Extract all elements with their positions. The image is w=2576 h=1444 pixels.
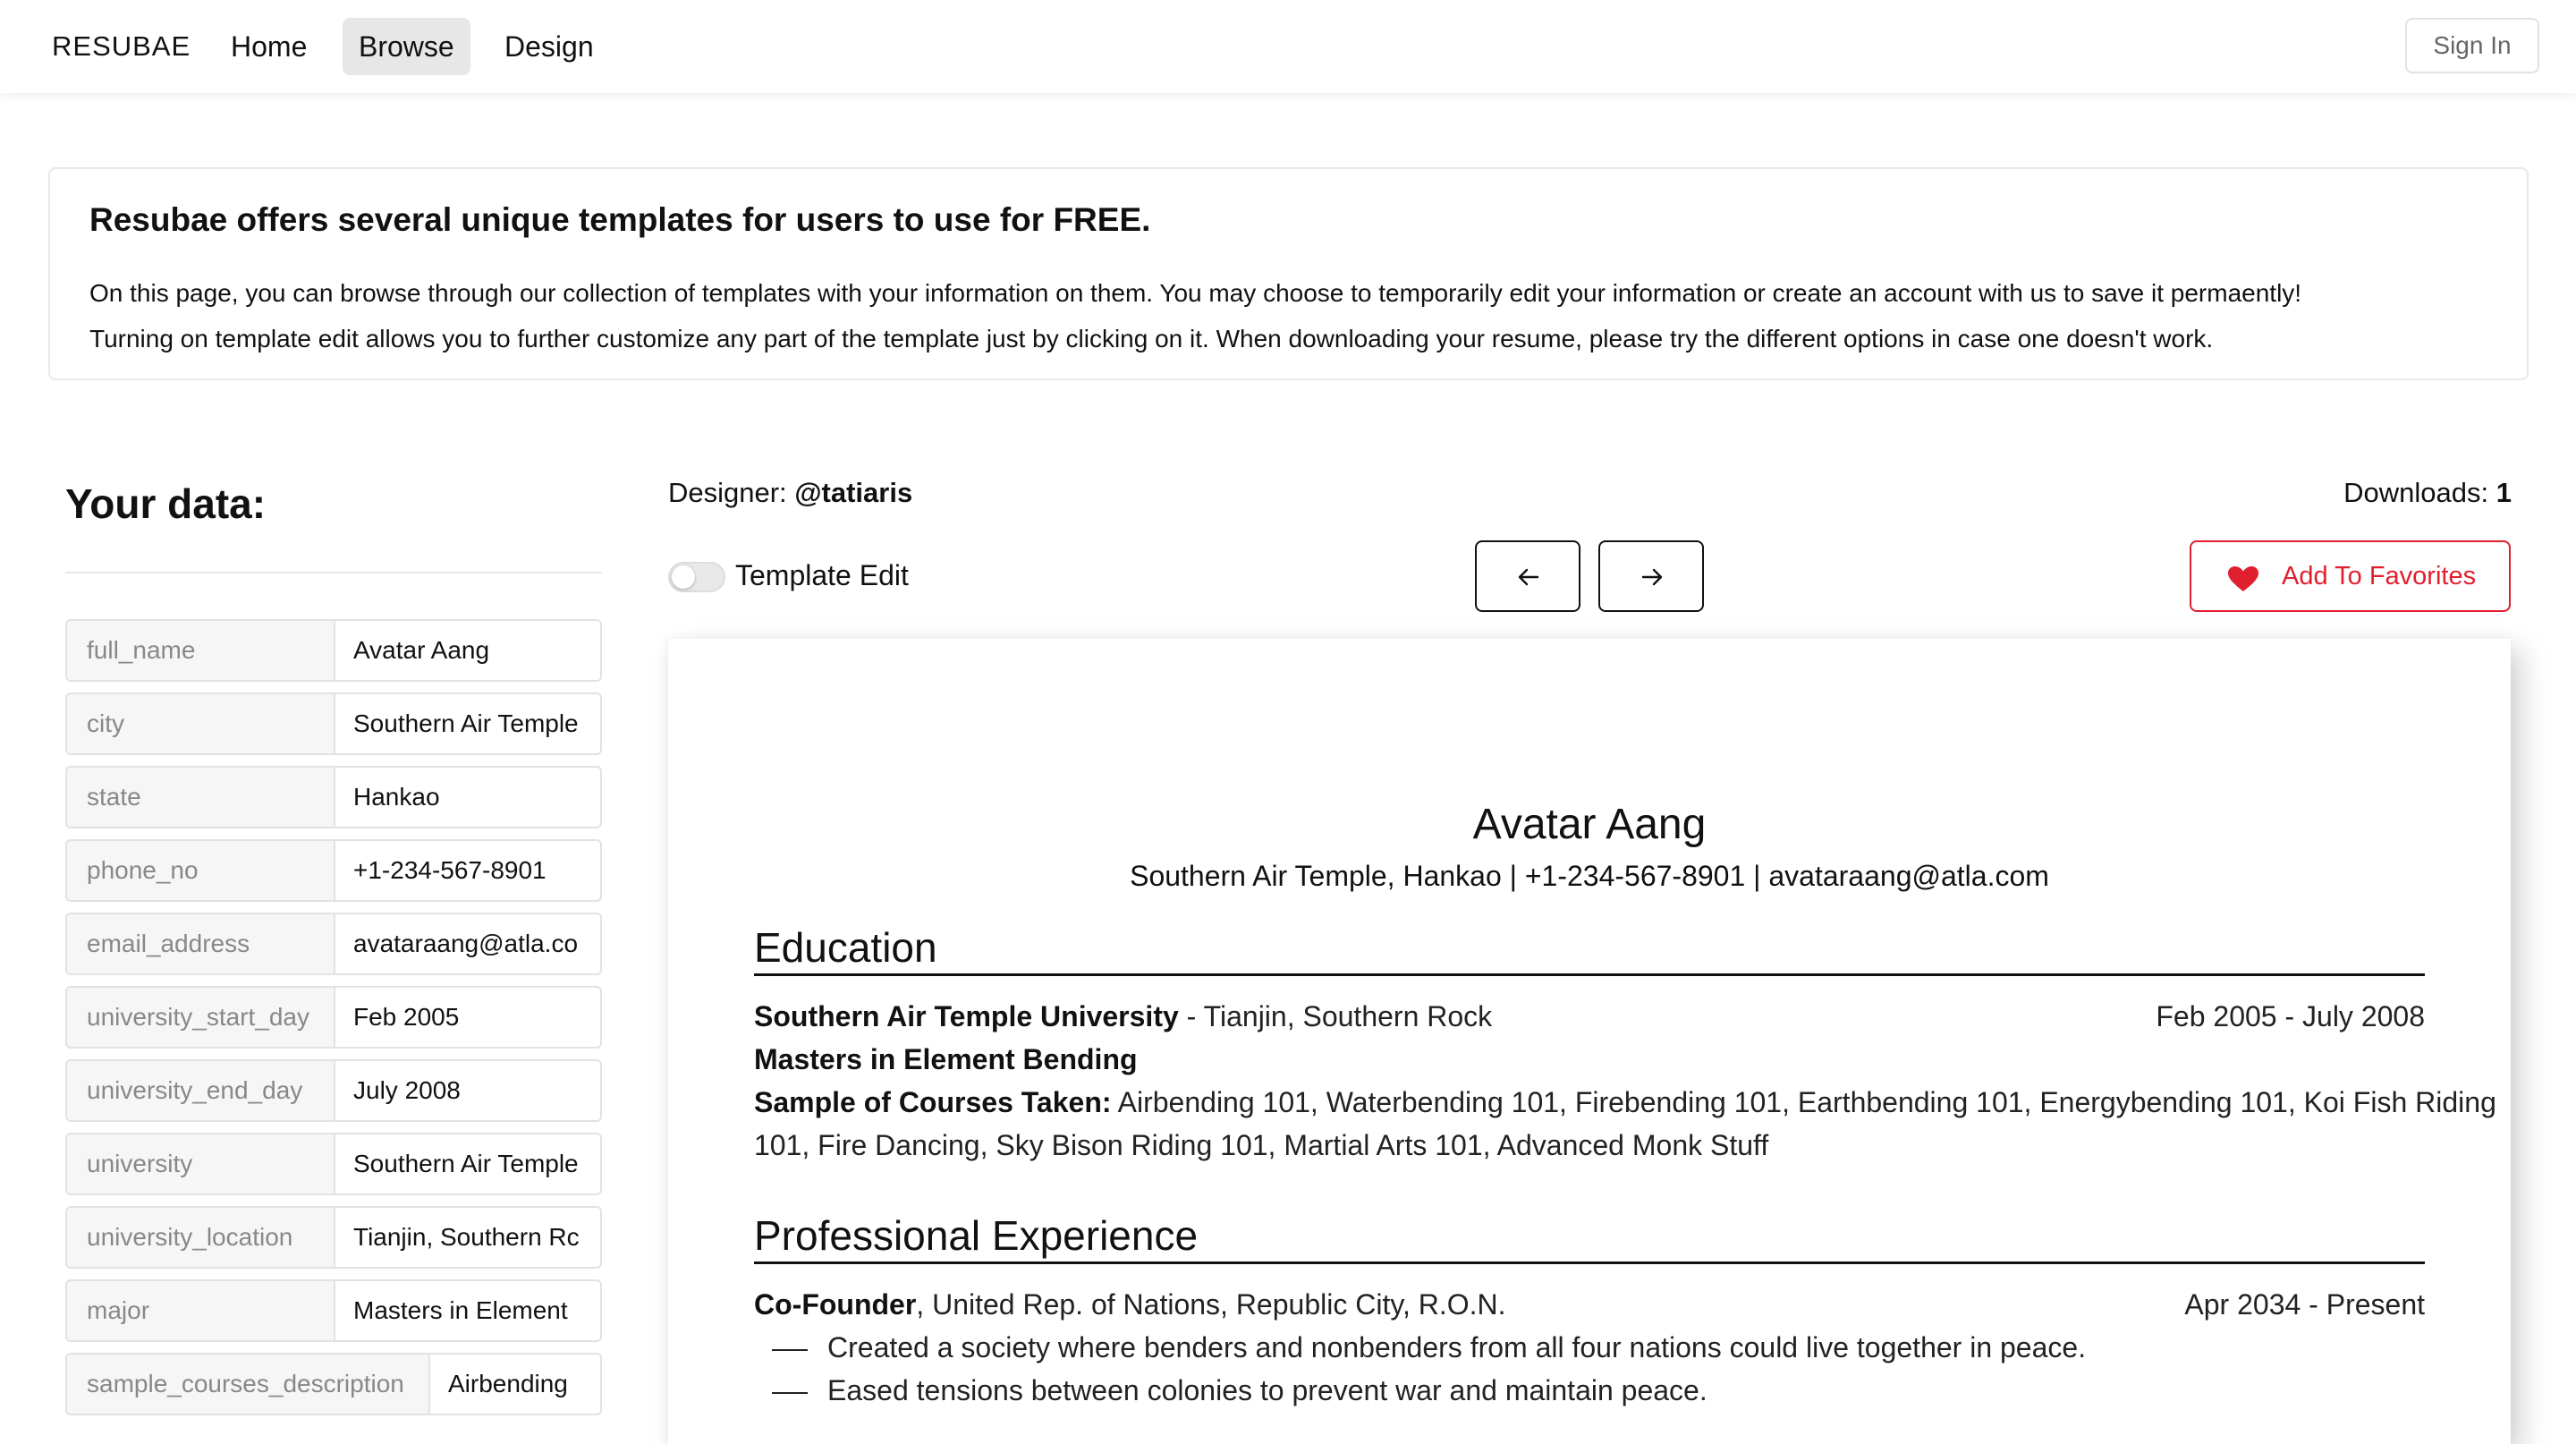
data-key: major (67, 1281, 335, 1340)
resume-name: Avatar Aang (1472, 801, 1707, 848)
dash-bullet (772, 1348, 808, 1351)
data-value-input[interactable]: Avatar Aang (335, 621, 600, 680)
education-degree: Masters in Element Bending (754, 1043, 1138, 1076)
data-row-email: email_address avataraang@atla.co (65, 913, 602, 975)
university-location: - Tianjin, Southern Rock (1178, 1000, 1493, 1032)
arrow-right-icon (1641, 568, 1663, 586)
data-key: university_start_day (67, 988, 335, 1047)
template-edit-label: Template Edit (735, 559, 909, 591)
job-bullet: Eased tensions between colonies to preve… (772, 1374, 1707, 1407)
data-key: university (67, 1134, 335, 1193)
top-navbar: RESUBAE Home Browse Design Sign In (0, 0, 2576, 93)
downloads-count: Downloads: 1 (2343, 477, 2512, 509)
resume-preview: Avatar Aang Southern Air Temple, Hankao … (668, 639, 2511, 1444)
data-value-input[interactable]: Southern Air Temple (335, 1134, 600, 1193)
data-value-input[interactable]: Tianjin, Southern Rc (335, 1208, 600, 1267)
nav-browse[interactable]: Browse (343, 18, 470, 75)
education-university-line: Southern Air Temple University - Tianjin… (754, 1000, 1492, 1033)
data-key: university_location (67, 1208, 335, 1267)
courses-line-1: Sample of Courses Taken: Airbending 101,… (754, 1086, 2496, 1119)
data-value-input[interactable]: Airbending (430, 1355, 600, 1414)
bullet-text: Eased tensions between colonies to preve… (827, 1374, 1707, 1406)
resume-contact: Southern Air Temple, Hankao | +1-234-567… (1130, 860, 2049, 892)
info-card: Resubae offers several unique templates … (48, 167, 2529, 380)
data-row-university-end: university_end_day July 2008 (65, 1059, 602, 1122)
data-key: university_end_day (67, 1061, 335, 1120)
downloads-value: 1 (2496, 477, 2512, 508)
designer-credit: Designer: @tatiaris (668, 477, 912, 509)
job-dates: Apr 2034 - Present (2184, 1288, 2425, 1321)
job-org: , United Rep. of Nations, Republic City,… (916, 1288, 1506, 1321)
data-row-sample-courses: sample_courses_description Airbending (65, 1353, 602, 1415)
data-value-input[interactable]: Hankao (335, 768, 600, 827)
next-template-button[interactable] (1598, 540, 1704, 612)
courses-label: Sample of Courses Taken: (754, 1086, 1112, 1118)
data-value-input[interactable]: Feb 2005 (335, 988, 600, 1047)
university-name: Southern Air Temple University (754, 1000, 1179, 1032)
courses-text: Airbending 101, Waterbending 101, Firebe… (1111, 1086, 2496, 1118)
toggle-knob (672, 565, 695, 589)
downloads-label: Downloads: (2343, 477, 2489, 508)
courses-line-2: 101, Fire Dancing, Sky Bison Riding 101,… (754, 1129, 1769, 1161)
data-row-university-start: university_start_day Feb 2005 (65, 986, 602, 1049)
data-row-state: state Hankao (65, 766, 602, 828)
data-key: email_address (67, 914, 335, 973)
dash-bullet (772, 1391, 808, 1394)
sign-in-button[interactable]: Sign In (2405, 18, 2539, 73)
data-value-input[interactable]: Southern Air Temple (335, 694, 600, 753)
data-row-university: university Southern Air Temple (65, 1133, 602, 1195)
data-value-input[interactable]: avataraang@atla.co (335, 914, 600, 973)
data-key: phone_no (67, 841, 335, 900)
add-to-favorites-label: Add To Favorites (2282, 562, 2477, 590)
arrow-left-icon (1518, 568, 1539, 586)
template-edit-toggle[interactable] (668, 562, 725, 592)
designer-handle[interactable]: @tatiaris (794, 477, 912, 508)
previous-template-button[interactable] (1475, 540, 1580, 612)
data-row-city: city Southern Air Temple (65, 692, 602, 755)
job-line: Co-Founder, United Rep. of Nations, Repu… (754, 1288, 1506, 1321)
your-data-heading: Your data: (65, 480, 267, 527)
data-key: sample_courses_description (67, 1355, 430, 1414)
data-value-input[interactable]: Masters in Element (335, 1281, 600, 1340)
experience-heading: Professional Experience (754, 1211, 2425, 1264)
bullet-text: Created a society where benders and nonb… (827, 1331, 2087, 1363)
data-value-input[interactable]: July 2008 (335, 1061, 600, 1120)
divider (65, 572, 602, 573)
add-to-favorites-button[interactable]: Add To Favorites (2190, 540, 2511, 612)
data-key: state (67, 768, 335, 827)
nav-home[interactable]: Home (215, 18, 323, 75)
degree-name: Masters in Element Bending (754, 1043, 1138, 1075)
brand-logo[interactable]: RESUBAE (52, 30, 191, 63)
data-row-university-location: university_location Tianjin, Southern Rc (65, 1206, 602, 1269)
heart-icon (2228, 566, 2258, 591)
info-paragraph-2: Turning on template edit allows you to f… (89, 325, 2214, 353)
data-row-phone: phone_no +1-234-567-8901 (65, 839, 602, 902)
education-dates: Feb 2005 - July 2008 (2156, 1000, 2425, 1032)
data-row-full-name: full_name Avatar Aang (65, 619, 602, 682)
data-key: city (67, 694, 335, 753)
data-row-major: major Masters in Element (65, 1279, 602, 1342)
job-title: Co-Founder (754, 1288, 917, 1321)
info-paragraph-1: On this page, you can browse through our… (89, 279, 2302, 307)
job-bullet: Created a society where benders and nonb… (772, 1331, 2086, 1364)
data-key: full_name (67, 621, 335, 680)
education-heading: Education (754, 923, 2425, 976)
nav-design[interactable]: Design (488, 18, 610, 75)
info-title: Resubae offers several unique templates … (89, 201, 1151, 238)
designer-label: Designer: (668, 477, 787, 508)
data-value-input[interactable]: +1-234-567-8901 (335, 841, 600, 900)
